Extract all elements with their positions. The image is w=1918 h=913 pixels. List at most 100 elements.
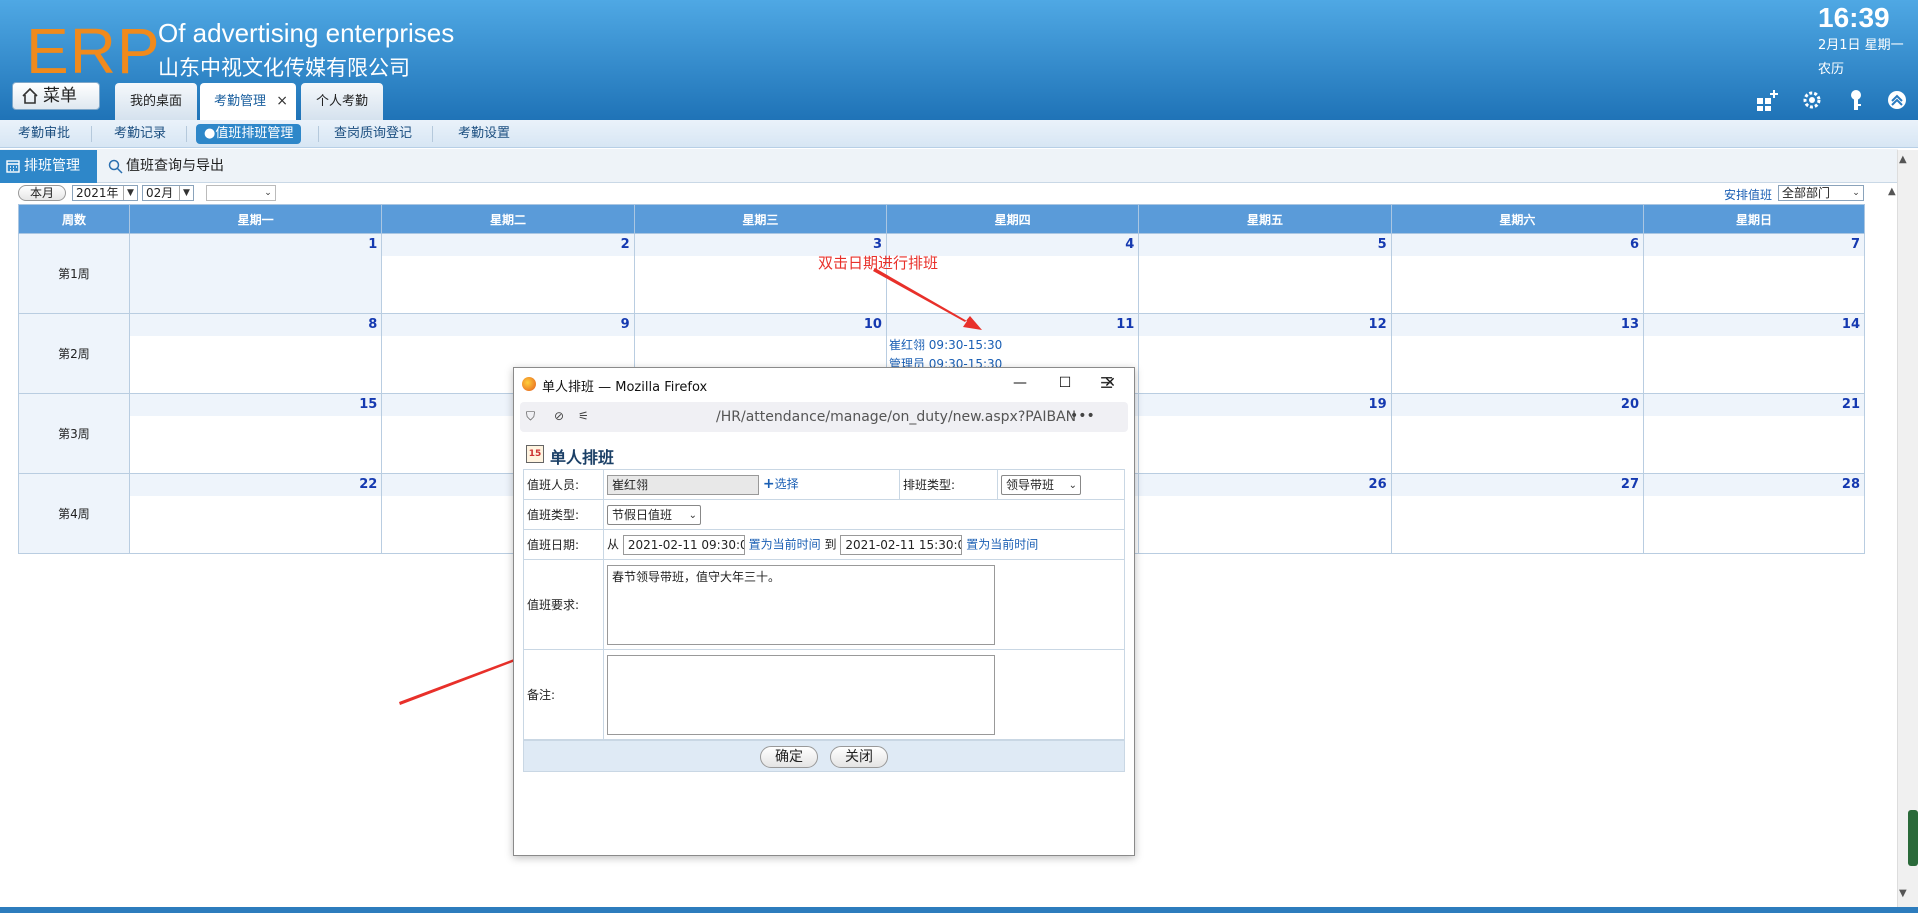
week-label: 第3周 (18, 393, 130, 474)
subnav-attendance-settings[interactable]: 考勤设置 (450, 124, 518, 144)
tab-label: 值班查询与导出 (126, 158, 224, 174)
year-select[interactable]: 2021年 ▼ (72, 185, 138, 201)
day-cell[interactable]: 7 (1643, 233, 1865, 314)
day-number: 8 (130, 314, 382, 336)
close-button[interactable]: 关闭 (830, 746, 888, 768)
bottom-bar (0, 907, 1918, 913)
note-textarea[interactable] (607, 654, 995, 735)
day-cell[interactable]: 6 (1390, 233, 1645, 314)
form-title-text: 单人排班 (550, 448, 615, 467)
this-month-button[interactable]: 本月 (18, 185, 66, 201)
search-icon (108, 159, 123, 174)
set-now-end-link[interactable]: 置为当前时间 (966, 537, 1038, 551)
top-header: ERP Of advertising enterprises 山东中视文化传媒有… (0, 0, 1918, 120)
start-datetime-input[interactable]: 2021-02-11 09:30:00 (622, 534, 745, 555)
tab-label: 我的桌面 (129, 94, 182, 109)
set-now-start-link[interactable]: 置为当前时间 (749, 537, 821, 551)
tab-personal-attendance[interactable]: 个人考勤 (301, 83, 383, 120)
duty-type-label: 值班类型: (523, 499, 604, 530)
address-bar[interactable]: ⛉ ⊘ ⚟ /HR/attendance/manage/on_duty/new.… (520, 402, 1128, 432)
home-icon (22, 87, 38, 104)
day-cell[interactable]: 8 (128, 313, 383, 394)
tab-label: 排班管理 (24, 158, 80, 174)
shield-icon[interactable]: ⛉ (526, 409, 540, 425)
select-person-link[interactable]: +选择 (763, 476, 799, 492)
header-sun: 星期日 (1643, 204, 1865, 234)
scroll-down-icon[interactable]: ▼ (1899, 888, 1907, 899)
day-cell[interactable]: 4 (885, 233, 1140, 314)
end-datetime-input[interactable]: 2021-02-11 15:30:00 (840, 534, 963, 555)
department-select[interactable]: 全部部门 ⌄ (1778, 185, 1864, 201)
url-text[interactable]: /HR/attendance/manage/on_duty/new.aspx?P… (716, 409, 1078, 425)
day-cell[interactable]: 19 (1138, 393, 1392, 474)
day-cell[interactable]: 26 (1138, 473, 1392, 554)
collapse-icon[interactable] (1885, 88, 1909, 112)
day-cell[interactable]: 13 (1390, 313, 1645, 394)
subnav-attendance-records[interactable]: 考勤记录 (106, 124, 174, 144)
arrange-type-label: 排班类型: (899, 469, 998, 500)
tab-schedule-management[interactable]: 排班管理 (0, 150, 97, 183)
hamburger-menu-icon[interactable]: ☰ (1100, 374, 1113, 392)
page-toolbar: 排班管理 值班查询与导出 (0, 149, 1898, 183)
tab-attendance-management[interactable]: 考勤管理 × (200, 83, 296, 120)
confirm-button[interactable]: 确定 (760, 746, 818, 768)
day-number: 14 (1644, 314, 1864, 336)
day-number: 22 (130, 474, 382, 496)
day-cell[interactable]: 1 (128, 233, 383, 314)
scroll-up-icon[interactable]: ▲ (1888, 186, 1896, 197)
day-cell[interactable]: 14 (1643, 313, 1865, 394)
chevron-down-icon: ⌄ (264, 188, 272, 198)
duty-entry[interactable]: 崔红翎 09:30-15:30 (887, 336, 1138, 355)
tab-my-desktop[interactable]: 我的桌面 (115, 83, 197, 120)
day-number: 10 (634, 314, 886, 336)
subnav-spot-check[interactable]: 查岗质询登记 (326, 124, 420, 144)
person-input[interactable]: 崔红翎 (607, 474, 759, 495)
day-cell[interactable]: 5 (1138, 233, 1392, 314)
day-number: 12 (1139, 314, 1391, 336)
arrange-duty-link[interactable]: 安排值班 (1724, 186, 1772, 203)
month-select[interactable]: 02月 ▼ (142, 185, 194, 201)
permissions-icon[interactable]: ⚟ (578, 409, 589, 423)
day-cell[interactable]: 20 (1390, 393, 1645, 474)
header-week: 周数 (18, 204, 130, 234)
header-mon: 星期一 (128, 204, 383, 234)
day-cell[interactable]: 27 (1390, 473, 1645, 554)
header-sat: 星期六 (1390, 204, 1645, 234)
day-cell[interactable]: 21 (1643, 393, 1865, 474)
gear-icon[interactable] (1800, 88, 1824, 112)
menu-button[interactable]: 菜单 (12, 82, 100, 110)
duty-type-select[interactable]: 节假日值班 ⌄ (607, 504, 701, 525)
key-icon[interactable] (1844, 88, 1868, 112)
day-number: 7 (1644, 234, 1864, 256)
week-label: 第4周 (18, 473, 130, 554)
to-label: 到 (824, 537, 837, 551)
clock-time: 16:39 (1818, 2, 1890, 33)
page-scrollbar[interactable] (1897, 150, 1918, 908)
window-titlebar[interactable]: 单人排班 — Mozilla Firefox — ☐ ✕ (514, 368, 1134, 400)
person-label: 值班人员: (523, 469, 604, 500)
day-cell[interactable]: 12 (1138, 313, 1392, 394)
day-cell[interactable]: 28 (1643, 473, 1865, 554)
apps-icon[interactable] (1755, 88, 1779, 112)
close-icon[interactable]: × (276, 83, 288, 120)
tab-duty-query-export[interactable]: 值班查询与导出 (108, 150, 224, 183)
permissions-blocked-icon[interactable]: ⊘ (554, 409, 568, 425)
arrange-type-select[interactable]: 领导带班 ⌄ (1001, 474, 1081, 495)
day-cell[interactable]: 15 (128, 393, 383, 474)
day-cell[interactable]: 2 (381, 233, 635, 314)
day-cell[interactable]: 22 (128, 473, 383, 554)
more-icon[interactable]: ••• (1070, 408, 1095, 424)
maximize-icon[interactable]: ☐ (1055, 373, 1075, 393)
divider (186, 126, 187, 142)
subnav-duty-scheduling[interactable]: ●值班排班管理 (196, 124, 302, 144)
requirement-textarea[interactable]: 春节领导带班，值守大年三十。 (607, 564, 995, 645)
clock-lunar: 农历 (1818, 62, 1845, 77)
scroll-up-icon[interactable]: ▲ (1899, 154, 1907, 165)
subnav-attendance-approval[interactable]: 考勤审批 (10, 124, 78, 144)
extra-select[interactable]: ⌄ (206, 185, 276, 201)
firefox-icon (522, 377, 536, 391)
day-cell[interactable]: 3 (633, 233, 887, 314)
scroll-thumb[interactable] (1908, 810, 1918, 866)
form-title: 15 单人排班 (526, 444, 614, 468)
minimize-icon[interactable]: — (1010, 373, 1030, 393)
